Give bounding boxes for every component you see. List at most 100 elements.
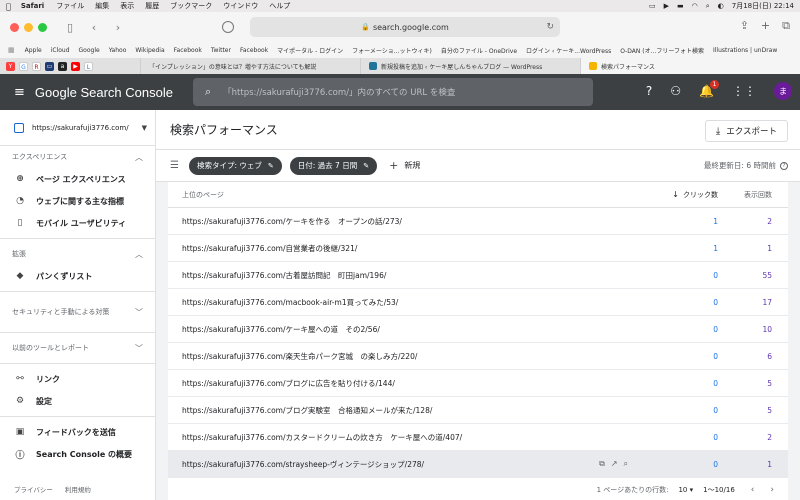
wifi-icon[interactable]: ◠ <box>692 2 698 10</box>
table-row-hovered[interactable]: https://sakurafuji3776.com/straysheep-ヴィ… <box>168 451 788 478</box>
sidebar-item-page-experience[interactable]: ⊕ ページ エクスペリエンス <box>0 168 155 190</box>
terms-link[interactable]: 利用規約 <box>65 484 91 494</box>
page-url[interactable]: https://sakurafuji3776.com/ブログに広告を貼り付ける/… <box>182 378 395 389</box>
privacy-link[interactable]: プライバシー <box>14 484 53 494</box>
bookmark[interactable]: マイポータル - ログイン <box>277 46 343 55</box>
filter-chip-date[interactable]: 日付: 過去 7 日間 ✎ <box>289 156 378 175</box>
sidebar-item-links[interactable]: ⚯ リンク <box>0 368 155 390</box>
bookmark[interactable]: O-DAN (オ...フリーフォト検索 <box>620 46 704 55</box>
bookmark[interactable]: ログイン ‹ ケーキ...WordPress <box>526 46 611 55</box>
page-url[interactable]: https://sakurafuji3776.com/自営業者の後継/321/ <box>182 243 357 254</box>
bookmark[interactable]: Facebook <box>240 47 268 54</box>
bookmarks-grid-icon[interactable]: ▦ <box>8 46 15 54</box>
bookmark[interactable]: Yahoo <box>109 47 127 54</box>
menu-file[interactable]: ファイル <box>56 1 84 11</box>
menu-window[interactable]: ウインドウ <box>223 1 258 11</box>
pinned-site-icon[interactable]: Y <box>6 61 15 71</box>
help-icon[interactable]: ? <box>646 84 652 98</box>
pinned-site-icon[interactable]: ▶ <box>71 61 80 71</box>
bookmark[interactable]: 自分のファイル - OneDrive <box>441 46 517 55</box>
spotlight-icon[interactable]: ⌕ <box>706 2 710 11</box>
page-url[interactable]: https://sakurafuji3776.com/ケーキ屋への道 その2/5… <box>182 324 380 335</box>
sidebar-item-mobile-usability[interactable]: ▯ モバイル ユーザビリティ <box>0 212 155 234</box>
new-filter-button[interactable]: + 新規 <box>389 159 420 172</box>
battery-icon[interactable]: ▬ <box>677 2 684 10</box>
property-selector[interactable]: https://sakurafuji3776.com/ ▼ <box>0 110 155 146</box>
menu-help[interactable]: ヘルプ <box>269 1 290 11</box>
brand-title[interactable]: Google Search Console <box>35 85 173 100</box>
filter-icon[interactable]: ☰ <box>170 160 179 171</box>
play-icon[interactable]: ▶ <box>664 2 669 10</box>
menu-icon[interactable]: ≡ <box>14 85 25 100</box>
pinned-site-icon[interactable]: L <box>84 61 93 71</box>
page-url[interactable]: https://sakurafuji3776.com/straysheep-ヴィ… <box>182 459 424 470</box>
clock[interactable]: 7月18日(日) 22:14 <box>732 1 794 11</box>
avatar[interactable]: ま <box>774 82 792 100</box>
column-header-page[interactable]: 上位のページ <box>168 190 638 200</box>
sidebar-item-core-web-vitals[interactable]: ◔ ウェブに関する主な指標 <box>0 190 155 212</box>
section-legacy[interactable]: 以前のツールとレポート ﹀ <box>0 337 155 359</box>
pinned-site-icon[interactable]: R <box>32 61 41 71</box>
section-experience[interactable]: エクスペリエンス ︿ <box>0 146 155 168</box>
table-row[interactable]: https://sakurafuji3776.com/自営業者の後継/321/ … <box>168 235 788 262</box>
copy-icon[interactable]: ⧉ <box>599 459 605 469</box>
tab-impression[interactable]: 「インプレッション」の意味とは？増やす方法についても解説 <box>140 58 360 74</box>
rows-per-page-select[interactable]: 10 ▾ <box>678 486 693 494</box>
table-row[interactable]: https://sakurafuji3776.com/ケーキを作る オープンの話… <box>168 208 788 235</box>
back-icon[interactable]: ‹ <box>87 20 101 34</box>
sidebar-item-settings[interactable]: ⚙ 設定 <box>0 390 155 412</box>
bookmark[interactable]: Google <box>79 47 100 54</box>
help-circle-icon[interactable]: ? <box>780 161 788 170</box>
tab-search-performance[interactable]: 検索パフォーマンス <box>580 58 800 74</box>
sidebar-item-about[interactable]: ⓘ Search Console の概要 <box>0 443 155 465</box>
menu-edit[interactable]: 編集 <box>95 1 109 11</box>
pinned-site-icon[interactable]: a <box>58 61 67 71</box>
table-row[interactable]: https://sakurafuji3776.com/ブログ実験室 合格通知メー… <box>168 397 788 424</box>
tab-overview-icon[interactable]: ⧉ <box>782 19 790 33</box>
table-row[interactable]: https://sakurafuji3776.com/古着屋訪問記 町田jam/… <box>168 262 788 289</box>
page-url[interactable]: https://sakurafuji3776.com/カスタードクリームの炊き方… <box>182 432 462 443</box>
minimize-window-button[interactable] <box>24 22 33 32</box>
column-header-clicks[interactable]: ↓ クリック数 <box>638 190 718 200</box>
apple-icon[interactable]:  <box>6 2 11 11</box>
sidebar-item-feedback[interactable]: ▣ フィードバックを送信 <box>0 421 155 443</box>
manage-users-icon[interactable]: ⚇ <box>670 84 681 98</box>
bookmark[interactable]: Twitter <box>211 47 231 54</box>
close-window-button[interactable] <box>10 22 19 32</box>
bookmark[interactable]: Apple <box>25 47 42 54</box>
bookmark[interactable]: Facebook <box>174 47 202 54</box>
tab-wordpress[interactable]: 新規投稿を追加 ‹ ケーキ屋しんちゃんブログ — WordPress <box>360 58 580 74</box>
table-row[interactable]: https://sakurafuji3776.com/ケーキ屋への道 その2/5… <box>168 316 788 343</box>
bookmark[interactable]: Illustrations | unDraw <box>713 47 777 54</box>
pinned-site-icon[interactable]: G <box>19 61 28 71</box>
section-security[interactable]: セキュリティと手動による対策 ﹀ <box>0 296 155 328</box>
menu-view[interactable]: 表示 <box>120 1 134 11</box>
table-row[interactable]: https://sakurafuji3776.com/カスタードクリームの炊き方… <box>168 424 788 451</box>
bookmark[interactable]: Wikipedia <box>135 47 164 54</box>
open-external-icon[interactable]: ↗ <box>611 459 618 469</box>
url-inspection-search[interactable]: ⌕ 「https://sakurafuji3776.com/」内のすべての UR… <box>193 78 593 106</box>
next-page-icon[interactable]: › <box>770 485 774 495</box>
app-menu[interactable]: Safari <box>21 2 44 10</box>
menu-bookmarks[interactable]: ブックマーク <box>170 1 212 11</box>
table-row[interactable]: https://sakurafuji3776.com/macbook-air-m… <box>168 289 788 316</box>
forward-icon[interactable]: › <box>111 20 125 34</box>
page-url[interactable]: https://sakurafuji3776.com/ブログ実験室 合格通知メー… <box>182 405 432 416</box>
inspect-url-icon[interactable]: ⌕ <box>624 459 628 469</box>
address-bar[interactable]: 🔒 search.google.com ↻ <box>250 17 560 37</box>
page-url[interactable]: https://sakurafuji3776.com/macbook-air-m… <box>182 297 398 308</box>
page-url[interactable]: https://sakurafuji3776.com/古着屋訪問記 町田jam/… <box>182 270 386 281</box>
table-row[interactable]: https://sakurafuji3776.com/ブログに広告を貼り付ける/… <box>168 370 788 397</box>
filter-chip-search-type[interactable]: 検索タイプ: ウェブ ✎ <box>188 156 282 175</box>
bookmark[interactable]: フォーメーショ...ットウィキ) <box>352 46 432 55</box>
page-url[interactable]: https://sakurafuji3776.com/ケーキを作る オープンの話… <box>182 216 402 227</box>
new-tab-icon[interactable]: + <box>761 19 770 33</box>
export-button[interactable]: ⤓ エクスポート <box>704 120 788 142</box>
prev-page-icon[interactable]: ‹ <box>751 485 755 495</box>
pinned-site-icon[interactable]: ▭ <box>45 61 54 71</box>
apps-grid-icon[interactable]: ⋮⋮ <box>732 84 756 98</box>
screen-icon[interactable]: ▭ <box>649 2 656 10</box>
share-icon[interactable]: ⇪ <box>740 19 749 33</box>
privacy-shield-icon[interactable] <box>222 21 234 33</box>
menu-history[interactable]: 履歴 <box>145 1 159 11</box>
